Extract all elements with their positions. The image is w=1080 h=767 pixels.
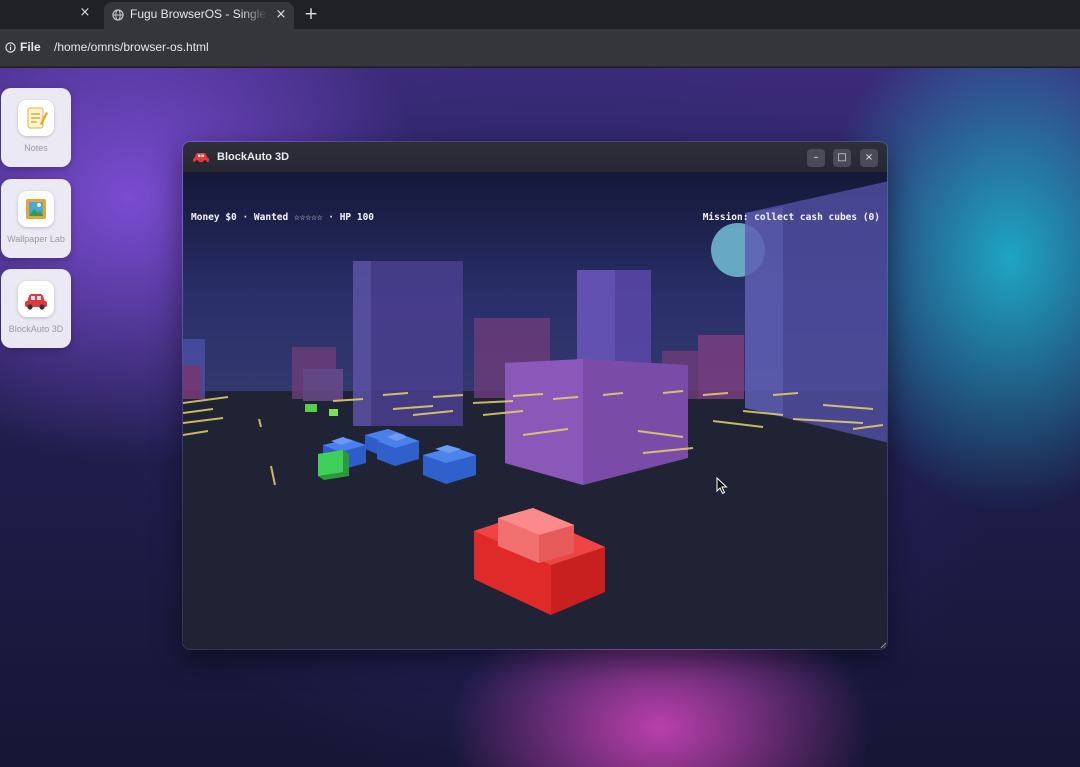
tab-close-button[interactable]: × [272,6,290,24]
hud-mission: Mission: collect cash cubes (0) [702,212,880,223]
close-button[interactable]: × [860,149,878,167]
blockauto-window: BlockAuto 3D – □ × Money $0 · Wanted ☆☆☆… [182,141,888,650]
active-tab[interactable]: Fugu BrowserOS - Single × [104,2,294,29]
game-viewport[interactable]: Money $0 · Wanted ☆☆☆☆☆ · HP 100 Mission… [183,173,887,649]
new-tab-button[interactable]: + [300,3,322,25]
picture-icon [18,191,54,227]
globe-icon [112,9,124,21]
tab-title: Fugu BrowserOS - Single [130,7,267,21]
hud-status: Money $0 · Wanted ☆☆☆☆☆ · HP 100 [191,212,375,223]
desktop-icon-wallpaper-lab[interactable]: Wallpaper Lab [1,179,71,258]
url-scheme-label: File [20,40,41,54]
maximize-button[interactable]: □ [833,149,851,167]
info-icon[interactable] [5,42,16,53]
mouse-cursor-icon [716,477,728,495]
game-scene [183,173,887,649]
cash-cube [318,450,349,480]
browser-tab-bar: × Fugu BrowserOS - Single × + [0,0,1080,29]
url-text[interactable]: /home/omns/browser-os.html [54,40,209,54]
desktop-icon-label: Wallpaper Lab [7,234,65,244]
minimize-button[interactable]: – [807,149,825,167]
cash-cube-far [305,404,317,412]
window-title: BlockAuto 3D [217,151,290,163]
desktop-icon-label: Notes [24,143,48,153]
resize-handle-icon[interactable] [880,642,887,649]
desktop-icon-label: BlockAuto 3D [8,324,64,334]
car-icon [193,153,209,164]
notepad-icon [18,100,54,136]
desktop-icon-blockauto-3d[interactable]: BlockAuto 3D [1,269,71,348]
window-titlebar[interactable]: BlockAuto 3D – □ × [183,142,887,173]
cash-cube-far [329,409,338,416]
desktop-icon-notes[interactable]: Notes [1,88,71,167]
previous-tab-close-button[interactable]: × [76,4,94,22]
address-bar[interactable]: File /home/omns/browser-os.html [0,29,1080,67]
desktop-wallpaper: Notes Wallpaper Lab BlockAuto 3D BlockAu… [0,68,1080,767]
car-icon [18,281,54,317]
